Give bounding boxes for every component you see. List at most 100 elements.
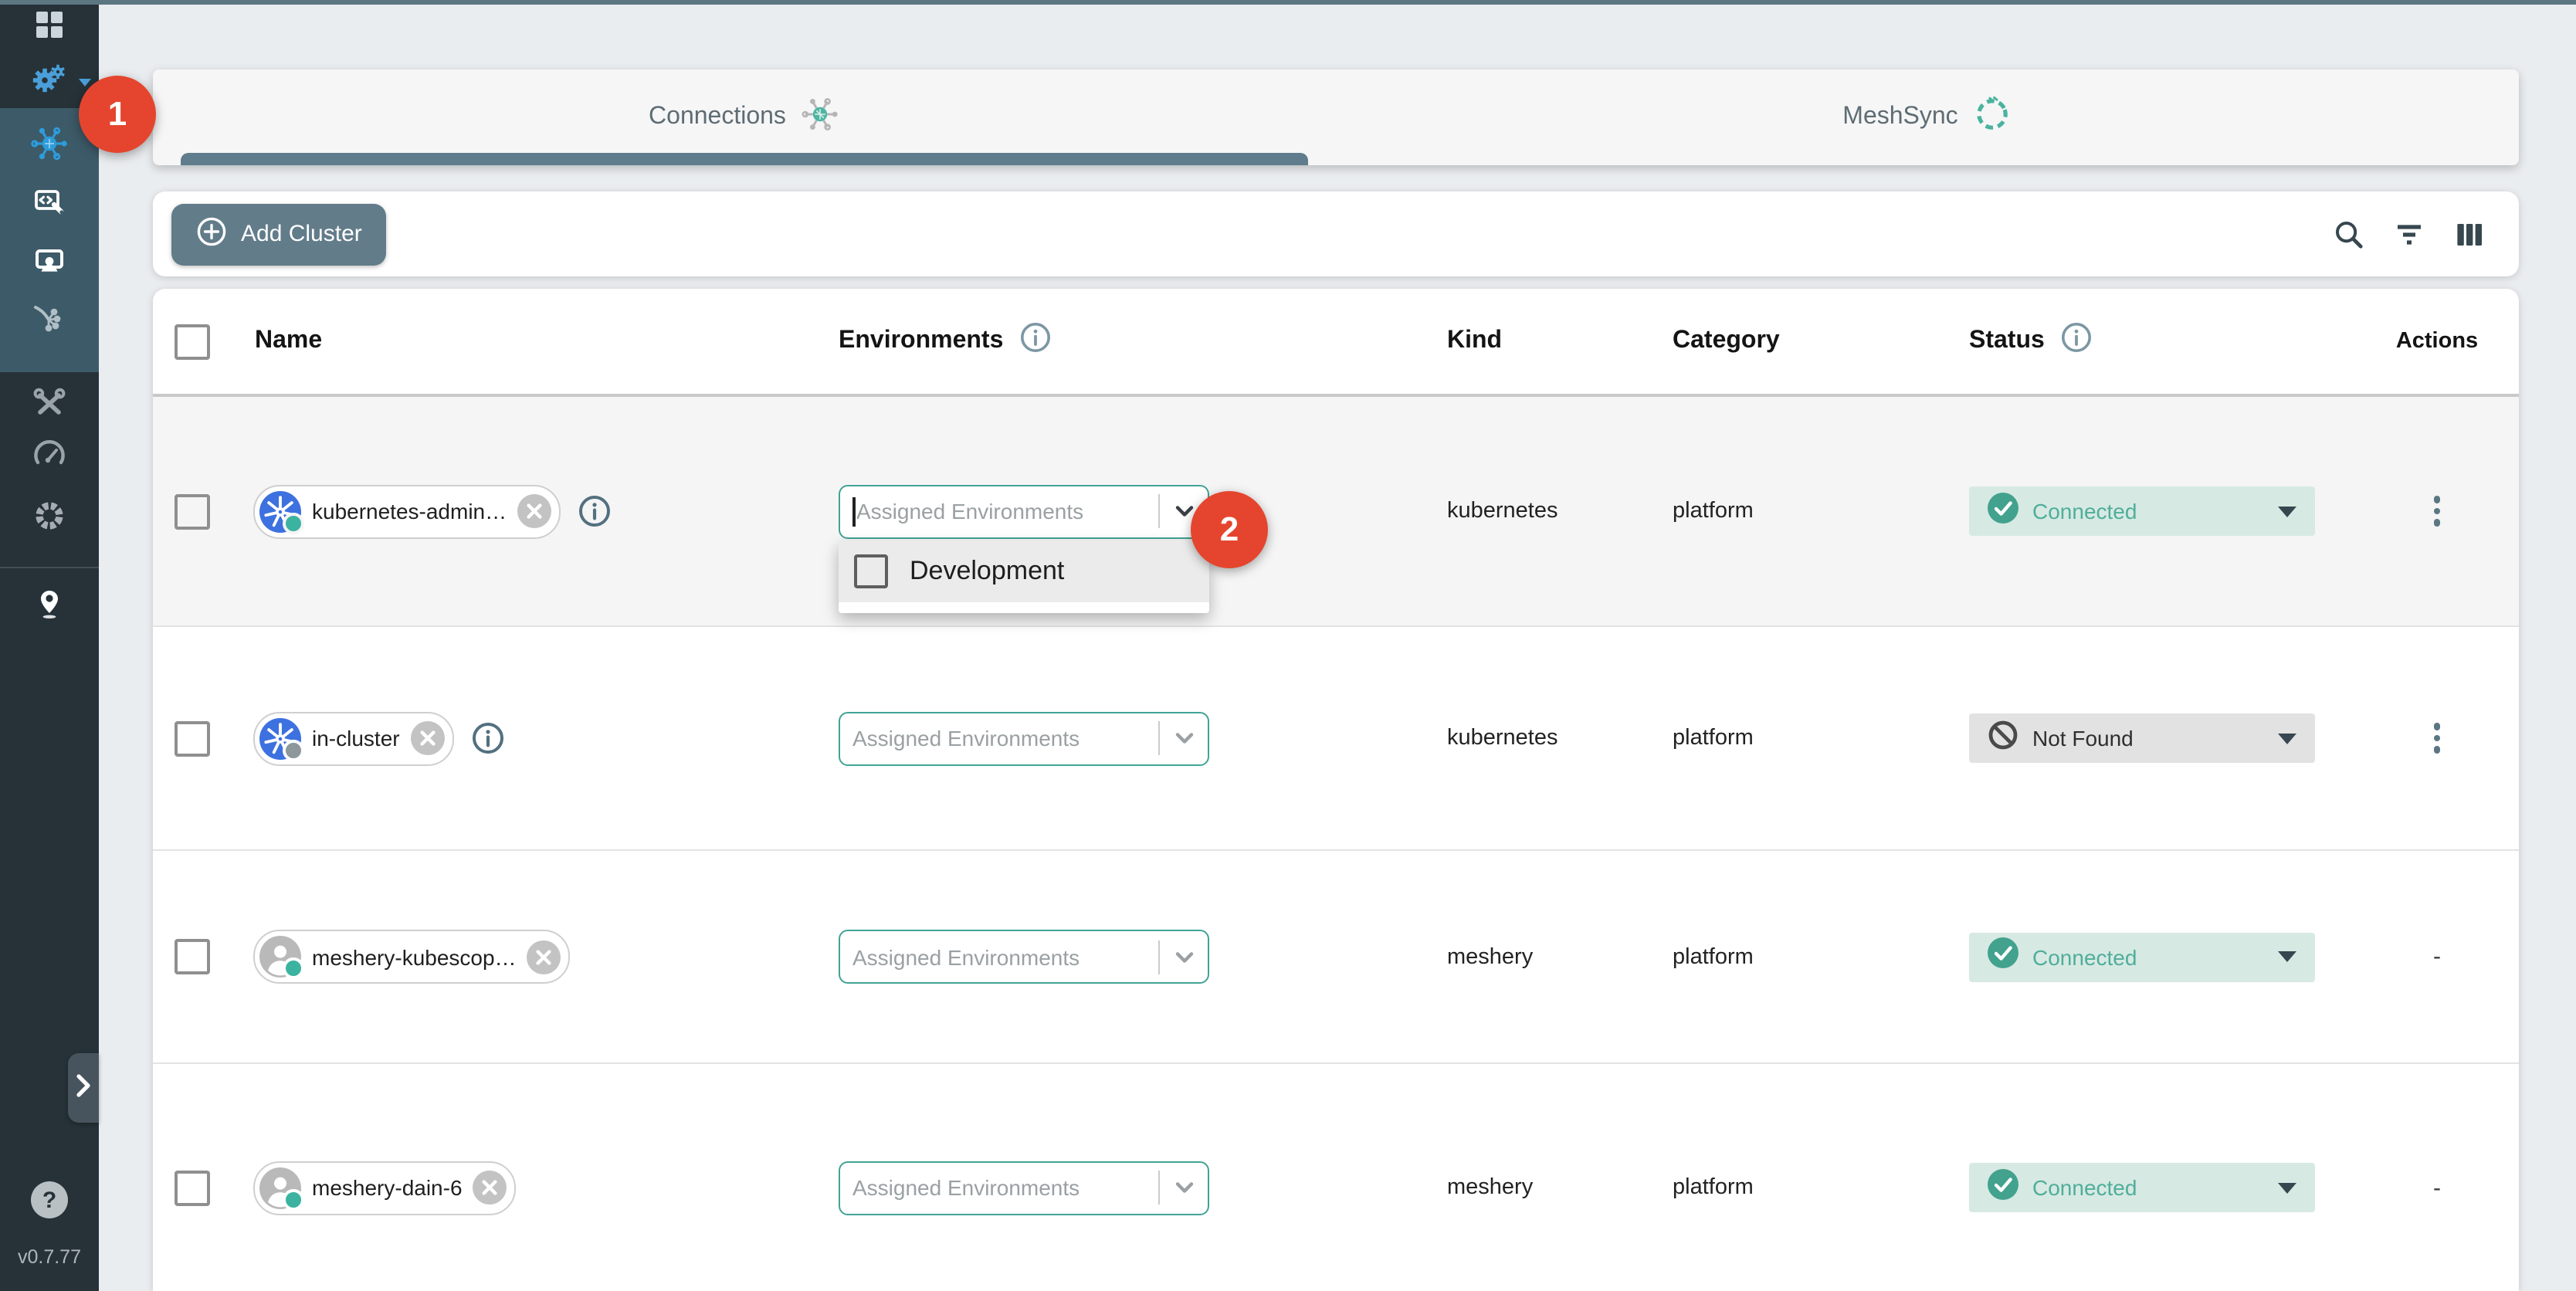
connection-name-label: kubernetes-admin… <box>301 499 517 524</box>
status-chip[interactable]: Connected <box>1969 1163 2315 1212</box>
gears-icon <box>29 58 69 106</box>
option-checkbox[interactable] <box>854 554 888 588</box>
toolbar-icons <box>2330 215 2488 252</box>
table-row: in-cluster Assigned Environ <box>153 625 2519 849</box>
environments-select[interactable]: Assigned Environments <box>839 711 1209 765</box>
chevron-right-icon <box>66 1069 100 1107</box>
chevron-down-icon[interactable] <box>1171 1174 1198 1201</box>
row-actions-kebab-icon[interactable] <box>2428 717 2447 760</box>
add-cluster-button[interactable]: Add Cluster <box>171 203 387 265</box>
column-header-category[interactable]: Category <box>1595 327 1892 355</box>
select-divider <box>1158 721 1160 755</box>
status-dropdown-arrow-icon[interactable] <box>2278 951 2296 962</box>
connections-tab-icon <box>800 93 840 141</box>
environments-placeholder: Assigned Environments <box>852 1175 1152 1200</box>
connection-name-chip[interactable]: meshery-kubescop… <box>253 930 571 984</box>
connection-name-chip[interactable]: kubernetes-admin… <box>253 484 561 538</box>
select-divider <box>1158 1171 1160 1205</box>
connected-check-icon <box>1988 937 2018 976</box>
view-columns-icon[interactable] <box>2451 215 2488 252</box>
remove-connection-icon[interactable] <box>473 1171 507 1205</box>
category-cell: platform <box>1595 726 1892 751</box>
table-body: kubernetes-admin… Assigned <box>153 397 2519 1291</box>
chevron-down-icon <box>79 79 91 86</box>
environment-option-development[interactable]: Development <box>839 540 1209 602</box>
tab-meshsync-label: MeshSync <box>1842 103 1957 131</box>
table-row: kubernetes-admin… Assigned <box>153 397 2519 625</box>
connected-check-icon <box>1988 1168 2018 1207</box>
category-cell: platform <box>1595 1175 1892 1200</box>
meshsync-sync-icon <box>1972 93 2012 141</box>
tab-connections[interactable]: Connections <box>153 69 1336 165</box>
connection-name-chip[interactable]: meshery-dain-6 <box>253 1161 517 1215</box>
category-cell: platform <box>1595 944 1892 969</box>
top-border-strip <box>0 0 2576 5</box>
info-icon[interactable] <box>471 721 505 755</box>
tab-meshsync[interactable]: MeshSync <box>1336 69 2519 165</box>
sidebar-lifecycle-submenu <box>0 108 99 372</box>
filter-icon[interactable] <box>2391 215 2428 252</box>
row-checkbox[interactable] <box>174 939 209 974</box>
sidebar-item-clients[interactable] <box>0 235 99 293</box>
sidebar-item-performance[interactable] <box>0 432 99 485</box>
crossed-wrenches-icon <box>31 382 68 427</box>
status-dropdown-arrow-icon[interactable] <box>2278 506 2296 517</box>
screen-user-icon <box>31 242 68 286</box>
status-dropdown-arrow-icon[interactable] <box>2278 1182 2296 1193</box>
connection-name-chip[interactable]: in-cluster <box>253 711 454 765</box>
annotation-badge-2: 2 <box>1191 491 1268 568</box>
status-chip[interactable]: Connected <box>1969 486 2315 536</box>
column-header-kind[interactable]: Kind <box>1370 327 1595 355</box>
category-cell: platform <box>1595 499 1892 524</box>
search-icon[interactable] <box>2330 215 2368 252</box>
environments-select[interactable]: Assigned Environments <box>839 484 1209 538</box>
sidebar-item-extensions[interactable] <box>0 485 99 553</box>
help-icon[interactable]: ? <box>31 1181 68 1218</box>
status-chip[interactable]: Not Found <box>1969 713 2315 763</box>
column-header-name[interactable]: Name <box>230 327 836 355</box>
environments-select[interactable]: Assigned Environments <box>839 930 1209 984</box>
app-version: v0.7.77 <box>0 1246 99 1268</box>
select-divider <box>1158 940 1160 974</box>
status-dropdown-arrow-icon[interactable] <box>2278 733 2296 744</box>
sidebar-item-configuration[interactable] <box>0 377 99 432</box>
sidebar-item-dashboard[interactable] <box>0 0 99 56</box>
code-wrench-icon <box>31 183 68 228</box>
row-actions-kebab-icon[interactable] <box>2428 490 2447 533</box>
status-chip[interactable]: Connected <box>1969 932 2315 981</box>
remove-connection-icon[interactable] <box>411 721 445 755</box>
tabs-bar: Connections <box>153 69 2519 165</box>
remove-connection-icon[interactable] <box>517 494 551 528</box>
environments-placeholder: Assigned Environments <box>852 726 1152 751</box>
selected-tab-indicator <box>181 153 1308 165</box>
sidebar-item-hierarchy[interactable] <box>0 293 99 352</box>
remove-connection-icon[interactable] <box>527 940 561 974</box>
chevron-down-icon[interactable] <box>1171 943 1198 971</box>
status-label: Connected <box>2032 944 2137 969</box>
row-checkbox[interactable] <box>174 1170 209 1205</box>
row-checkbox[interactable] <box>174 720 209 756</box>
environments-select[interactable]: Assigned Environments <box>839 1161 1209 1215</box>
environments-placeholder: Assigned Environments <box>852 944 1152 969</box>
sidebar-item-adapters[interactable] <box>0 176 99 235</box>
chevron-down-icon[interactable] <box>1171 724 1198 752</box>
info-icon[interactable] <box>1019 321 1051 361</box>
kind-cell: kubernetes <box>1370 499 1595 524</box>
plus-circle-icon <box>196 215 227 252</box>
info-icon[interactable] <box>2060 321 2093 361</box>
connection-name-label: in-cluster <box>301 726 411 751</box>
tree-branch-icon <box>29 299 69 347</box>
main-content: Connections <box>99 0 2576 1291</box>
connections-table: Name Environments Kind Category Status <box>153 289 2519 1291</box>
column-header-environments[interactable]: Environments <box>839 327 1003 355</box>
connection-status-dot <box>283 1188 304 1210</box>
row-checkbox[interactable] <box>174 493 209 529</box>
sidebar-item-location[interactable] <box>0 568 99 646</box>
column-header-status[interactable]: Status <box>1969 327 2045 355</box>
sidebar-expand-button[interactable] <box>68 1053 99 1123</box>
select-divider <box>1158 494 1160 528</box>
info-icon[interactable] <box>578 494 612 528</box>
select-all-checkbox[interactable] <box>174 324 209 359</box>
status-label: Connected <box>2032 1175 2137 1200</box>
kind-cell: meshery <box>1370 1175 1595 1200</box>
